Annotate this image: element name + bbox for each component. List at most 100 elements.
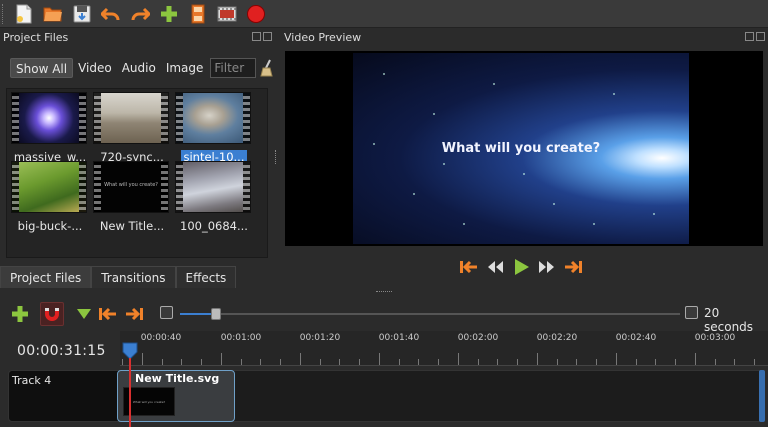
clip-title: New Title.svg xyxy=(135,372,220,385)
ruler-tick xyxy=(655,359,657,365)
ruler-tick xyxy=(556,359,558,365)
ruler-tick xyxy=(497,359,499,365)
clip-thumbnail-text: What will you create? xyxy=(132,400,166,404)
ruler-tick xyxy=(359,359,360,365)
ruler-tick xyxy=(517,359,518,365)
filter-audio-button[interactable]: Audio xyxy=(117,58,161,78)
file-label: New Title... xyxy=(99,219,165,233)
panel-splitter-vertical[interactable] xyxy=(275,150,276,164)
fast-forward-icon[interactable] xyxy=(536,256,558,278)
ruler-tick xyxy=(536,353,538,365)
zoom-level-label: 20 seconds xyxy=(704,306,754,334)
filter-video-button[interactable]: Video xyxy=(73,58,117,78)
tab-effects[interactable]: Effects xyxy=(175,266,237,288)
undo-icon[interactable] xyxy=(99,2,123,26)
save-project-icon[interactable] xyxy=(70,2,94,26)
file-item[interactable]: sintel-10... xyxy=(175,92,253,164)
zoom-slider-track[interactable] xyxy=(180,313,680,315)
ruler-tick xyxy=(220,353,222,365)
project-tabs: Project Files Transitions Effects xyxy=(0,266,237,288)
preview-title-text: What will you create? xyxy=(441,141,601,156)
snapping-toggle-icon[interactable] xyxy=(40,302,64,326)
file-item[interactable]: 100_0684... xyxy=(175,161,253,233)
ruler-tick xyxy=(438,359,439,365)
zoom-slider-handle[interactable] xyxy=(211,308,221,320)
redo-icon[interactable] xyxy=(128,2,152,26)
ruler-tick xyxy=(260,359,262,365)
ruler-tick xyxy=(477,359,479,365)
filter-show-all-button[interactable]: Show All xyxy=(10,58,74,78)
thumbnail-title-text: What will you create? xyxy=(104,182,158,188)
ruler-tick xyxy=(378,353,380,365)
ruler-tick-label: 00:02:20 xyxy=(536,333,578,343)
ruler-tick xyxy=(615,353,617,365)
file-thumbnail xyxy=(93,92,169,144)
toolbar-grip[interactable] xyxy=(2,3,6,24)
file-item[interactable]: What will you create? New Title... xyxy=(93,161,171,233)
import-files-icon[interactable] xyxy=(157,2,181,26)
file-thumbnail xyxy=(11,92,87,144)
ruler-tick xyxy=(280,359,281,365)
float-panel-icon[interactable] xyxy=(252,32,261,41)
filter-image-button[interactable]: Image xyxy=(161,58,209,78)
video-preview-panel-title: Video Preview xyxy=(284,31,362,44)
video-preview[interactable]: What will you create? xyxy=(285,51,763,246)
timeline-ruler[interactable]: 00:00:40 00:01:00 00:01:20 00:01:40 00:0… xyxy=(120,331,768,366)
project-files-panel-controls xyxy=(252,32,272,41)
ruler-tick xyxy=(240,359,242,365)
track-name: Track 4 xyxy=(12,374,52,387)
ruler-tick xyxy=(141,353,143,365)
play-icon[interactable] xyxy=(510,256,532,278)
video-preview-panel-controls xyxy=(745,32,765,41)
zoom-center-icon[interactable] xyxy=(160,306,173,319)
ruler-tick xyxy=(319,359,321,365)
tab-transitions[interactable]: Transitions xyxy=(91,266,176,288)
ruler-tick xyxy=(675,359,676,365)
playback-controls xyxy=(458,256,584,278)
export-video-icon[interactable] xyxy=(215,2,239,26)
file-label: big-buck-... xyxy=(17,219,83,233)
playhead-line xyxy=(129,358,131,427)
ruler-tick xyxy=(754,359,755,365)
ruler-tick xyxy=(734,359,736,365)
panel-splitter-horizontal[interactable] xyxy=(376,291,392,292)
tab-project-files[interactable]: Project Files xyxy=(0,266,92,288)
rewind-icon[interactable] xyxy=(484,256,506,278)
file-item[interactable]: 720-sync... xyxy=(93,92,171,164)
ruler-tick xyxy=(635,359,637,365)
timeline-scrollbar[interactable] xyxy=(759,370,765,422)
file-thumbnail xyxy=(175,161,251,213)
next-marker-icon[interactable] xyxy=(122,302,146,326)
choose-profile-icon[interactable] xyxy=(186,2,210,26)
ruler-tick xyxy=(299,353,301,365)
ruler-tick xyxy=(418,359,420,365)
ruler-tick xyxy=(398,359,400,365)
ruler-tick-label: 00:02:00 xyxy=(457,333,499,343)
previous-marker-icon[interactable] xyxy=(96,302,120,326)
add-marker-icon[interactable] xyxy=(72,302,96,326)
record-icon[interactable] xyxy=(244,2,268,26)
file-thumbnail: What will you create? xyxy=(93,161,169,213)
file-item[interactable]: big-buck-... xyxy=(11,161,89,233)
ruler-tick xyxy=(457,353,459,365)
new-project-icon[interactable] xyxy=(12,2,36,26)
ruler-tick xyxy=(576,359,578,365)
clear-filter-icon[interactable] xyxy=(260,59,276,77)
ruler-tick xyxy=(201,359,202,365)
close-panel-icon[interactable] xyxy=(263,32,272,41)
jump-to-start-icon[interactable] xyxy=(458,256,480,278)
float-panel-icon[interactable] xyxy=(745,32,754,41)
add-track-icon[interactable] xyxy=(8,302,32,326)
file-item[interactable]: massive_w... xyxy=(11,92,89,164)
zoom-level-icon xyxy=(685,306,698,319)
file-label: 100_0684... xyxy=(180,219,248,233)
project-files-panel-title: Project Files xyxy=(3,31,69,44)
filter-input[interactable]: Filter xyxy=(210,58,257,78)
jump-to-end-icon[interactable] xyxy=(562,256,584,278)
ruler-tick xyxy=(694,353,696,365)
ruler-tick xyxy=(339,359,341,365)
ruler-tick xyxy=(161,359,163,365)
open-project-icon[interactable] xyxy=(41,2,65,26)
filter-bar: Show All Video Audio Image Filter xyxy=(10,58,276,78)
close-panel-icon[interactable] xyxy=(756,32,765,41)
